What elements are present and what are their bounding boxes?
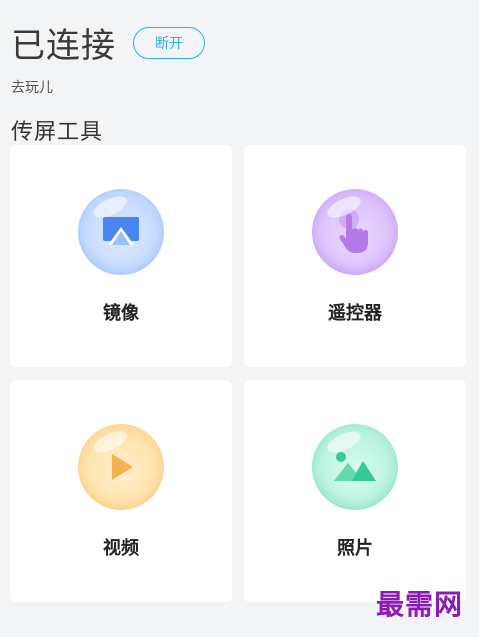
- hand-pointer-icon: [312, 189, 398, 275]
- connection-status-title: 已连接: [11, 26, 116, 66]
- tool-label-remote: 遥控器: [328, 303, 382, 324]
- header: 已连接 断开: [11, 18, 205, 67]
- tool-label-photos: 照片: [337, 538, 373, 559]
- subtitle: 去玩儿: [11, 80, 53, 96]
- tool-card-video[interactable]: 视频: [10, 380, 232, 602]
- section-title: 传屏工具: [11, 120, 104, 145]
- mirror-icon: [78, 189, 164, 275]
- tool-label-video: 视频: [103, 538, 139, 559]
- tool-card-mirror[interactable]: 镜像: [10, 145, 232, 367]
- tool-card-photos[interactable]: 照片: [244, 380, 466, 602]
- image-icon: [312, 424, 398, 510]
- watermark-logo: 最需网: [375, 588, 463, 621]
- play-icon: [78, 424, 164, 510]
- disconnect-button[interactable]: 断开: [133, 26, 205, 59]
- tool-label-mirror: 镜像: [103, 303, 139, 324]
- tool-card-remote[interactable]: 遥控器: [244, 145, 466, 367]
